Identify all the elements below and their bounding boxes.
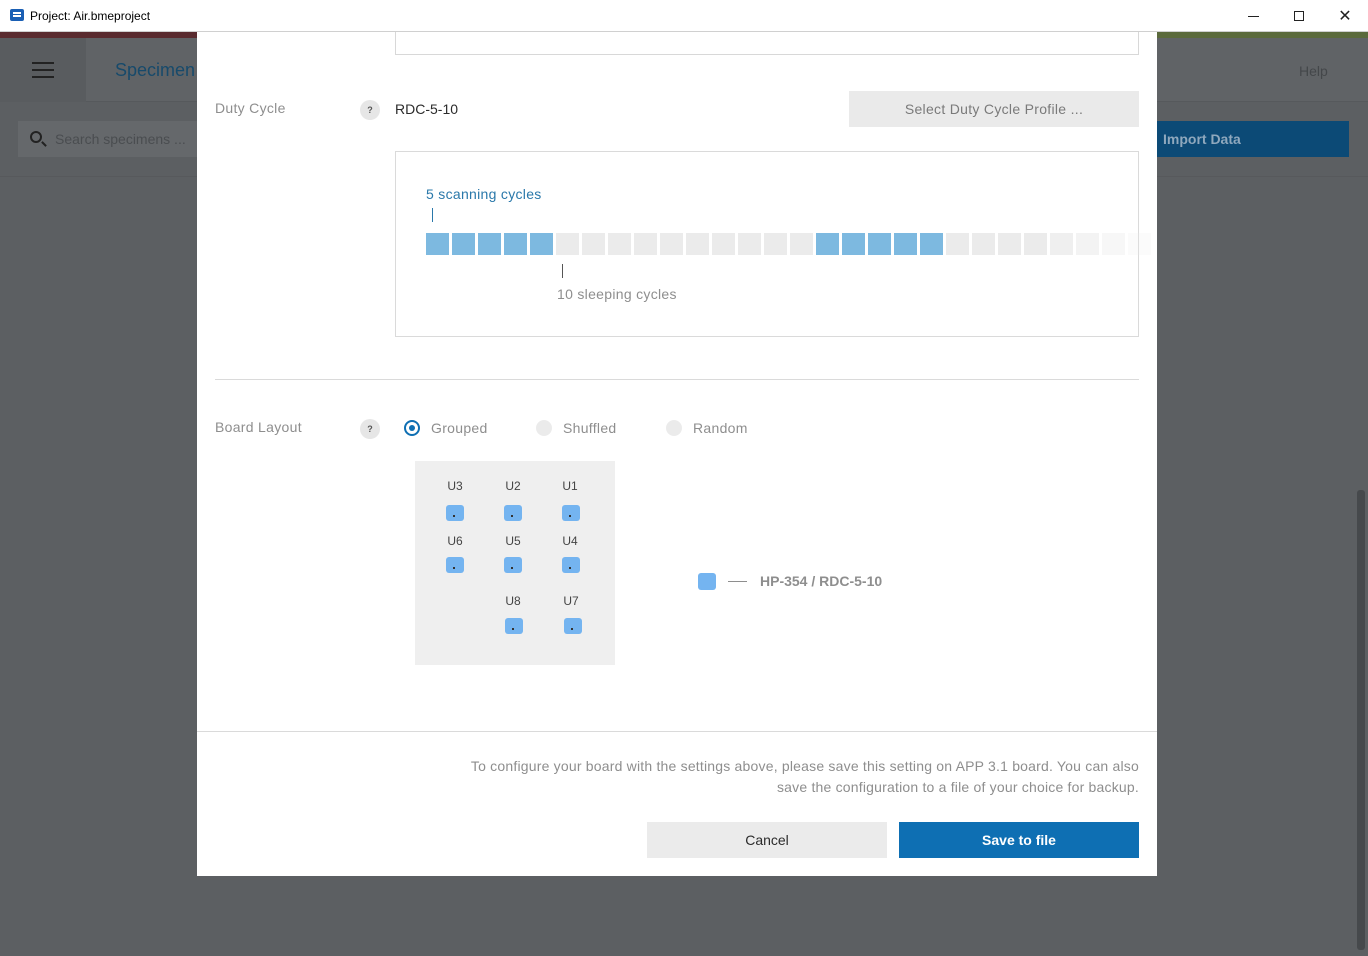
sensor-chip-u4	[562, 557, 580, 573]
scanning-cycle-cell	[530, 233, 553, 255]
sleeping-cycle-cell	[712, 233, 735, 255]
radio-random[interactable]	[666, 420, 682, 436]
close-button[interactable]: ✕	[1322, 0, 1368, 32]
window-title: Project: Air.bmeproject	[30, 9, 151, 23]
import-data-button[interactable]: Import Data	[1157, 121, 1349, 157]
select-duty-cycle-button[interactable]: Select Duty Cycle Profile ...	[849, 91, 1139, 127]
minimize-icon	[1247, 15, 1259, 17]
sleeping-cycle-cell	[998, 233, 1021, 255]
footer-note: To configure your board with the setting…	[470, 758, 1139, 795]
unit-label-u5: U5	[505, 534, 521, 548]
sleeping-cycle-cell	[738, 233, 761, 255]
window-titlebar: Project: Air.bmeproject ✕	[0, 0, 1368, 32]
scanning-cycle-cell	[816, 233, 839, 255]
cancel-button[interactable]: Cancel	[647, 822, 887, 858]
radio-shuffled-label[interactable]: Shuffled	[563, 420, 617, 436]
search-placeholder: Search specimens ...	[55, 131, 186, 147]
unit-label-u8: U8	[505, 594, 521, 608]
section-divider	[215, 379, 1139, 380]
board-config-dialog: Duty Cycle ? RDC-5-10 Select Duty Cycle …	[197, 32, 1157, 876]
sensor-chip-u2	[504, 505, 522, 521]
previous-section-box	[395, 32, 1139, 55]
scanning-tick	[432, 208, 433, 222]
scanning-cycle-cell	[504, 233, 527, 255]
unit-label-u7: U7	[563, 594, 579, 608]
sleeping-tick	[562, 264, 563, 278]
scanning-cycles-label: 5 scanning cycles	[426, 186, 542, 202]
legend-swatch	[698, 573, 716, 590]
sleeping-cycle-cell	[972, 233, 995, 255]
radio-shuffled[interactable]	[536, 420, 552, 436]
sleeping-cycle-cell	[686, 233, 709, 255]
app-scrollbar[interactable]	[1357, 490, 1365, 950]
duty-cycle-help-icon[interactable]: ?	[360, 100, 380, 120]
search-icon	[30, 131, 42, 143]
sleeping-cycle-cell	[790, 233, 813, 255]
maximize-icon	[1294, 11, 1304, 21]
sensor-chip-u3	[446, 505, 464, 521]
sleeping-cycle-cell	[946, 233, 969, 255]
duty-cycle-value: RDC-5-10	[395, 101, 459, 117]
scanning-cycle-cell	[842, 233, 865, 255]
sensor-chip-u7	[564, 618, 582, 634]
sensor-chip-u5	[504, 557, 522, 573]
unit-label-u3: U3	[447, 479, 463, 493]
sleeping-cycle-cell	[1102, 233, 1125, 255]
board-layout-help-icon[interactable]: ?	[360, 419, 380, 439]
footer-divider	[197, 731, 1157, 732]
radio-grouped-label[interactable]: Grouped	[431, 420, 488, 436]
help-link[interactable]: Help	[1299, 63, 1328, 79]
unit-label-u1: U1	[562, 479, 578, 493]
scanning-cycle-cell	[452, 233, 475, 255]
hamburger-icon	[32, 62, 54, 78]
scanning-cycle-cell	[478, 233, 501, 255]
unit-label-u2: U2	[505, 479, 521, 493]
scanning-cycle-cell	[894, 233, 917, 255]
sleeping-cycle-cell	[556, 233, 579, 255]
maximize-button[interactable]	[1276, 0, 1322, 32]
duty-cycle-diagram: 5 scanning cycles 10 sleeping cycles	[395, 151, 1151, 337]
unit-label-u4: U4	[562, 534, 578, 548]
scanning-cycle-cell	[920, 233, 943, 255]
close-icon: ✕	[1338, 8, 1352, 25]
sensor-chip-u8	[505, 618, 523, 634]
sleeping-cycle-cell	[608, 233, 631, 255]
sleeping-cycle-cell	[1076, 233, 1099, 255]
app-title: Specimen	[115, 60, 196, 80]
radio-grouped[interactable]	[404, 420, 420, 436]
radio-random-label[interactable]: Random	[693, 420, 748, 436]
board-layout-diagram: U3 U2 U1 U6 U5 U4 U8 U7	[415, 461, 615, 665]
sensor-chip-u6	[446, 557, 464, 573]
minimize-button[interactable]	[1230, 0, 1276, 32]
scanning-cycle-cell	[868, 233, 891, 255]
sleeping-cycle-cell	[1050, 233, 1073, 255]
sleeping-cycle-cell	[1024, 233, 1047, 255]
hamburger-menu-button[interactable]	[0, 38, 86, 102]
app-icon	[10, 9, 24, 21]
sleeping-cycle-cell	[764, 233, 787, 255]
sleeping-cycles-label: 10 sleeping cycles	[557, 286, 677, 302]
sleeping-cycle-cell	[1128, 233, 1151, 255]
duty-cycle-label: Duty Cycle	[215, 100, 286, 116]
board-layout-label: Board Layout	[215, 419, 302, 435]
scanning-cycle-cell	[426, 233, 449, 255]
sleeping-cycle-cell	[660, 233, 683, 255]
legend-dash	[728, 581, 747, 582]
sensor-chip-u1	[562, 505, 580, 521]
unit-label-u6: U6	[447, 534, 463, 548]
save-to-file-button[interactable]: Save to file	[899, 822, 1139, 858]
sleeping-cycle-cell	[582, 233, 605, 255]
import-data-label: Import Data	[1163, 131, 1241, 147]
legend-label: HP-354 / RDC-5-10	[760, 573, 883, 589]
sleeping-cycle-cell	[634, 233, 657, 255]
search-input[interactable]: Search specimens ...	[18, 121, 208, 157]
